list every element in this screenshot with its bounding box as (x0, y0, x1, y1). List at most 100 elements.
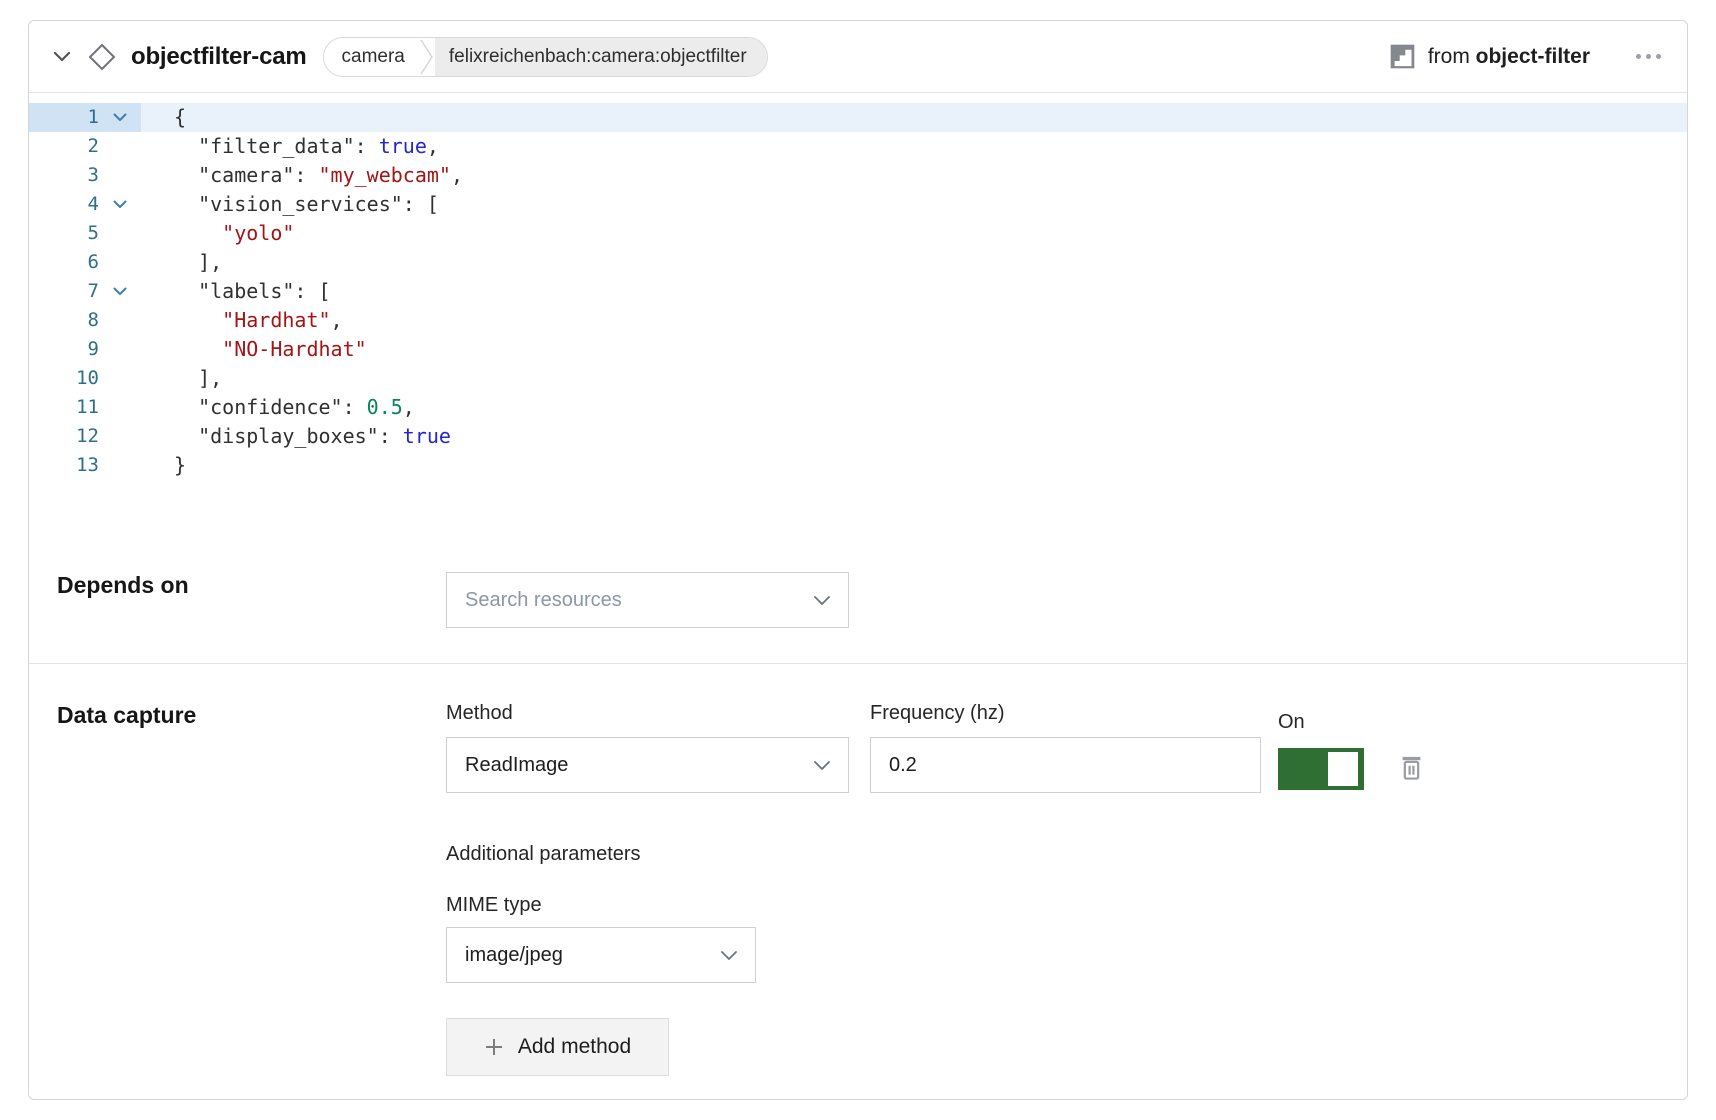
line-number: 4 (29, 190, 99, 219)
line-number: 13 (29, 451, 99, 480)
editor-gutter: 9 (29, 335, 141, 364)
line-number: 6 (29, 248, 99, 277)
editor-gutter: 4 (29, 190, 141, 219)
chevron-down-icon (814, 589, 830, 612)
code-content[interactable]: "camera": "my_webcam", (141, 161, 1687, 190)
code-line: 8 "Hardhat", (29, 306, 1687, 335)
badge-separator-icon (419, 38, 435, 76)
code-line: 2 "filter_data": true, (29, 132, 1687, 161)
plus-icon (484, 1037, 504, 1057)
component-name: objectfilter-cam (131, 43, 307, 71)
collapse-chevron-icon[interactable] (53, 51, 71, 63)
component-header: objectfilter-cam camera felixreichenbach… (29, 21, 1687, 93)
editor-gutter: 10 (29, 364, 141, 393)
capture-on-toggle[interactable] (1278, 748, 1364, 790)
toggle-knob (1328, 752, 1358, 786)
code-content[interactable]: "vision_services": [ (141, 190, 1687, 219)
editor-gutter: 12 (29, 422, 141, 451)
code-content[interactable]: "NO-Hardhat" (141, 335, 1687, 364)
component-type-badge: camera felixreichenbach:camera:objectfil… (323, 37, 768, 77)
on-label: On (1278, 711, 1425, 733)
code-content[interactable]: "labels": [ (141, 277, 1687, 306)
fold-spacer (99, 161, 141, 190)
mime-type-value: image/jpeg (465, 944, 563, 967)
editor-gutter: 8 (29, 306, 141, 335)
data-capture-section: Data capture Method ReadImage Frequency … (29, 664, 1687, 1100)
fold-spacer (99, 132, 141, 161)
editor-gutter: 5 (29, 219, 141, 248)
editor-gutter: 11 (29, 393, 141, 422)
frequency-label: Frequency (hz) (870, 702, 1261, 724)
code-content[interactable]: ], (141, 364, 1687, 393)
depends-on-placeholder: Search resources (465, 589, 622, 612)
code-line: 7 "labels": [ (29, 277, 1687, 306)
line-number: 1 (29, 103, 99, 132)
editor-gutter: 13 (29, 451, 141, 480)
more-options-button[interactable] (1634, 48, 1663, 65)
depends-on-heading: Depends on (57, 572, 446, 598)
fold-spacer (99, 306, 141, 335)
component-card: objectfilter-cam camera felixreichenbach… (28, 20, 1688, 1100)
fold-spacer (99, 393, 141, 422)
chevron-down-icon (721, 944, 737, 967)
component-diamond-icon (87, 42, 117, 72)
fold-toggle-icon[interactable] (99, 190, 141, 219)
line-number: 7 (29, 277, 99, 306)
line-number: 5 (29, 219, 99, 248)
mime-type-select[interactable]: image/jpeg (446, 927, 756, 983)
add-method-button[interactable]: Add method (446, 1018, 669, 1076)
code-content[interactable]: "Hardhat", (141, 306, 1687, 335)
code-line: 4 "vision_services": [ (29, 190, 1687, 219)
code-line: 3 "camera": "my_webcam", (29, 161, 1687, 190)
code-content[interactable]: ], (141, 248, 1687, 277)
code-line: 1{ (29, 103, 1687, 132)
editor-gutter: 3 (29, 161, 141, 190)
code-content[interactable]: } (141, 451, 1687, 480)
depends-on-select[interactable]: Search resources (446, 572, 849, 628)
code-line: 12 "display_boxes": true (29, 422, 1687, 451)
code-line: 5 "yolo" (29, 219, 1687, 248)
line-number: 11 (29, 393, 99, 422)
code-content[interactable]: "display_boxes": true (141, 422, 1687, 451)
editor-gutter: 1 (29, 103, 141, 132)
chevron-down-icon (814, 754, 830, 777)
fold-toggle-icon[interactable] (99, 277, 141, 306)
editor-gutter: 6 (29, 248, 141, 277)
line-number: 3 (29, 161, 99, 190)
line-number: 10 (29, 364, 99, 393)
badge-model: felixreichenbach:camera:objectfilter (435, 38, 767, 76)
code-content[interactable]: "confidence": 0.5, (141, 393, 1687, 422)
fold-spacer (99, 422, 141, 451)
line-number: 9 (29, 335, 99, 364)
mime-type-label: MIME type (446, 894, 1659, 917)
fold-toggle-icon[interactable] (99, 103, 141, 132)
fold-spacer (99, 364, 141, 393)
code-line: 9 "NO-Hardhat" (29, 335, 1687, 364)
module-icon (1389, 43, 1416, 70)
fold-spacer (99, 248, 141, 277)
editor-gutter: 2 (29, 132, 141, 161)
fold-spacer (99, 451, 141, 480)
line-number: 2 (29, 132, 99, 161)
module-name: object-filter (1476, 45, 1590, 68)
frequency-input[interactable] (870, 737, 1261, 793)
code-content[interactable]: { (141, 103, 1687, 132)
code-line: 6 ], (29, 248, 1687, 277)
add-method-label: Add method (518, 1035, 631, 1059)
fold-spacer (99, 335, 141, 364)
badge-type: camera (324, 38, 419, 76)
method-select[interactable]: ReadImage (446, 737, 849, 793)
line-number: 12 (29, 422, 99, 451)
from-module-label: from object-filter (1428, 45, 1590, 69)
code-line: 13} (29, 451, 1687, 480)
trash-icon (1398, 753, 1425, 786)
code-line: 10 ], (29, 364, 1687, 393)
code-content[interactable]: "filter_data": true, (141, 132, 1687, 161)
data-capture-heading: Data capture (57, 702, 446, 728)
code-editor[interactable]: 1{2 "filter_data": true,3 "camera": "my_… (29, 93, 1687, 537)
fold-spacer (99, 219, 141, 248)
code-line: 11 "confidence": 0.5, (29, 393, 1687, 422)
code-content[interactable]: "yolo" (141, 219, 1687, 248)
delete-method-button[interactable] (1398, 753, 1425, 786)
depends-on-section: Depends on Search resources (29, 537, 1687, 664)
